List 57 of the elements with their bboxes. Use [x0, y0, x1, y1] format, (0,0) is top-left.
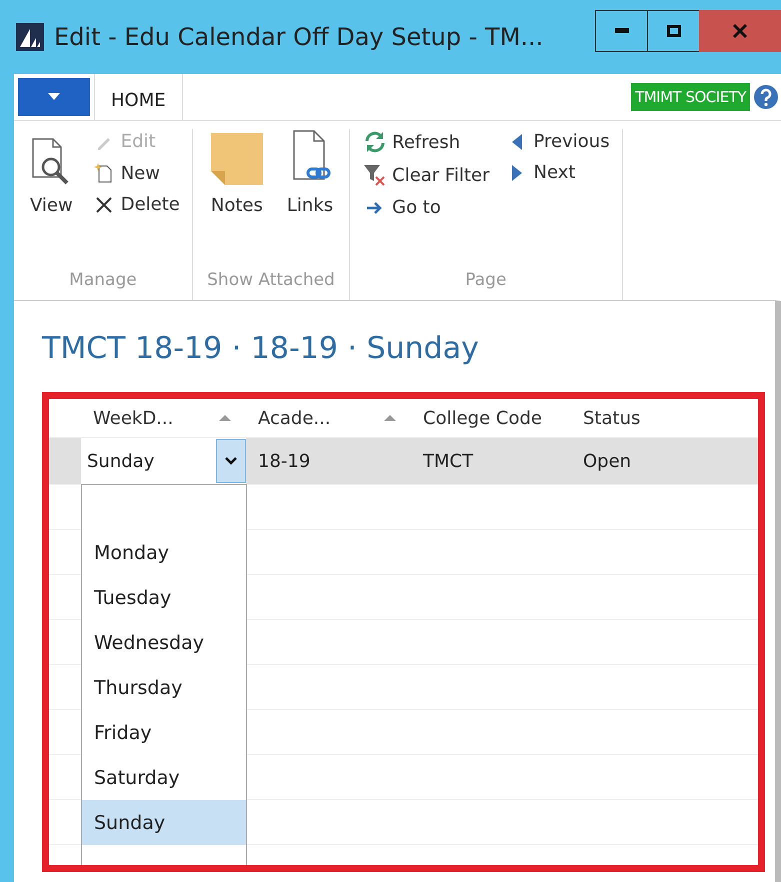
ribbon-button[interactable]: View — [26, 129, 77, 216]
dropdown-option[interactable]: Friday — [82, 710, 246, 755]
window-title: Edit - Edu Calendar Off Day Setup - TM... — [54, 23, 544, 51]
refresh-icon — [363, 131, 388, 153]
column-label: College Code — [423, 408, 542, 428]
column-header[interactable]: Acade... — [246, 408, 411, 428]
dropdown-option[interactable]: Tuesday — [82, 575, 246, 620]
ribbon-button[interactable]: Refresh — [362, 129, 490, 155]
column-header[interactable]: College Code — [411, 408, 571, 428]
ribbon-button[interactable]: Links — [282, 129, 338, 216]
delete-icon — [94, 194, 114, 214]
ribbon-tab[interactable]: HOME — [94, 74, 183, 120]
triangle-right-icon — [510, 164, 524, 182]
close-button[interactable] — [699, 10, 781, 52]
minimize-icon — [614, 28, 628, 34]
app-logo-icon — [16, 23, 44, 51]
column-label: WeekD... — [93, 408, 174, 428]
table-cell: 18-19 — [258, 450, 310, 472]
triangle-left-icon — [510, 132, 524, 150]
dropdown-option[interactable]: Wednesday — [82, 620, 246, 665]
table-cell: TMCT — [423, 450, 474, 472]
group-label: Page — [464, 270, 508, 292]
ribbon-button[interactable]: Previous — [504, 129, 610, 154]
column-header[interactable]: WeekD... — [81, 408, 246, 428]
weekday-dropdown[interactable]: Sunday — [87, 450, 154, 472]
note-icon — [208, 131, 265, 187]
company-badge: TMIMT SOCIETY — [631, 83, 750, 111]
table-row[interactable]: Sunday 18-19 TMCT Open — [49, 438, 758, 485]
chevron-down-icon — [225, 457, 237, 465]
ribbon-button[interactable]: New — [90, 160, 180, 186]
ribbon-button[interactable]: Next — [504, 160, 610, 185]
ribbon-button[interactable]: Go to — [362, 195, 490, 220]
new-document-icon — [94, 162, 114, 184]
page-title: TMCT 18-19 · 18-19 · Sunday — [42, 331, 480, 366]
help-icon[interactable] — [753, 84, 779, 110]
column-header[interactable]: Status — [571, 408, 691, 428]
maximize-icon — [666, 25, 680, 37]
group-label: Manage — [68, 270, 138, 292]
ribbon-button[interactable]: Clear Filter — [362, 161, 490, 189]
ribbon-button[interactable]: Notes — [204, 129, 269, 216]
ribbon-button[interactable]: Delete — [90, 192, 180, 217]
minimize-button[interactable] — [595, 10, 647, 52]
column-label: Acade... — [258, 408, 331, 428]
column-label: Status — [583, 408, 640, 428]
dropdown-option[interactable]: Monday — [82, 530, 246, 575]
caret-down-icon — [48, 93, 60, 101]
dropdown-option[interactable]: Sunday — [82, 800, 246, 845]
clear-filter-icon — [363, 163, 388, 187]
sort-ascending-icon — [383, 414, 397, 422]
dropdown-button[interactable] — [216, 439, 246, 483]
dropdown-option[interactable]: Saturday — [82, 755, 246, 800]
sort-ascending-icon — [218, 414, 232, 422]
close-icon — [732, 23, 748, 39]
table-cell: Open — [583, 450, 632, 472]
maximize-button[interactable] — [647, 10, 699, 52]
dropdown-option[interactable]: Thursday — [82, 665, 246, 710]
group-label: Show Attached — [206, 270, 336, 292]
